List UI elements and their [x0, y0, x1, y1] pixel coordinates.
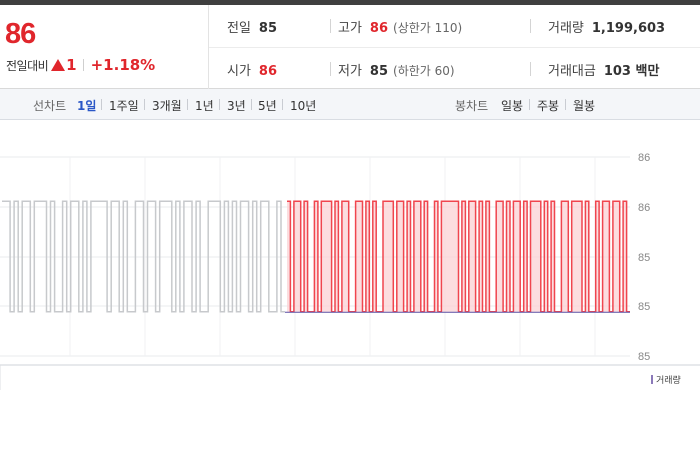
tab-10y[interactable]: 10년: [290, 97, 316, 114]
change-percent: +1.18%: [90, 56, 156, 74]
divider: [209, 47, 700, 48]
low-label: 저가: [338, 64, 362, 79]
line-chart-label: 선차트: [33, 99, 67, 113]
tab-5y[interactable]: 5년: [258, 97, 277, 114]
volume-value: 1,199,603: [591, 21, 666, 36]
prev-close-value: 85: [258, 21, 278, 36]
high-label: 고가: [338, 21, 362, 36]
price-box: 86 전일대비 1 +1.18%: [0, 5, 209, 89]
volume-legend-label: 거래량: [656, 376, 681, 386]
y-tick-label: 85: [638, 301, 650, 313]
divider: [529, 99, 530, 110]
upper-limit: (상한가 110): [393, 21, 463, 35]
quote-panel: 86 전일대비 1 +1.18% 전일 85 고가 86 (상한가 110) 거래량 1,1…: [0, 5, 700, 89]
divider: [330, 62, 331, 76]
prev-close-label: 전일: [227, 21, 251, 36]
price-chart-svg: 86 86 85 85 85: [0, 152, 700, 390]
open-label: 시가: [227, 64, 251, 79]
divider: [82, 59, 84, 71]
volume-legend-swatch: [651, 375, 653, 384]
open-price: 시가 86: [227, 60, 277, 79]
divider: [530, 19, 531, 33]
candle-chart-label: 봉차트: [455, 99, 489, 113]
divider: [187, 99, 188, 110]
lower-limit: (하한가 60): [393, 64, 455, 78]
tab-3y[interactable]: 3년: [227, 97, 246, 114]
tab-3m[interactable]: 3개월: [152, 97, 182, 114]
divider: [330, 19, 331, 33]
tab-1w[interactable]: 1주일: [109, 97, 139, 114]
up-triangle-icon: [51, 59, 66, 71]
divider: [282, 99, 283, 110]
tab-daily[interactable]: 일봉: [501, 97, 523, 114]
divider: [219, 99, 220, 110]
y-tick-label: 85: [638, 351, 650, 363]
tab-1d[interactable]: 1일: [77, 97, 96, 114]
high-value: 86: [369, 21, 389, 36]
divider: [251, 99, 252, 110]
tab-1y[interactable]: 1년: [195, 97, 214, 114]
volume-label: 거래량: [548, 21, 584, 36]
divider: [565, 99, 566, 110]
change-row: 전일대비 1 +1.18%: [6, 56, 155, 74]
open-value: 86: [258, 64, 278, 79]
high-price: 고가 86 (상한가 110): [338, 17, 462, 36]
current-price: 86: [5, 18, 36, 50]
y-tick-label: 86: [638, 202, 650, 214]
prev-close: 전일 85: [227, 17, 277, 36]
tab-monthly[interactable]: 월봉: [573, 97, 595, 114]
volume: 거래량 1,199,603: [548, 17, 665, 36]
tab-weekly[interactable]: 주봉: [537, 97, 559, 114]
price-chart: 86 86 85 85 85: [0, 120, 700, 390]
amount-value: 103 백만: [603, 64, 660, 79]
change-value: 1: [66, 56, 77, 74]
y-tick-label: 85: [638, 252, 650, 264]
volume-legend: 거래량: [651, 373, 681, 386]
y-tick-label: 86: [638, 152, 650, 164]
low-price: 저가 85 (하한가 60): [338, 60, 455, 79]
low-value: 85: [369, 64, 389, 79]
divider: [144, 99, 145, 110]
chart-period-tabs: 선차트 1일 1주일 3개월 1년 3년 5년 10년 봉차트 일봉 주봉 월봉: [0, 89, 700, 120]
amount-label: 거래대금: [548, 64, 596, 79]
trade-amount: 거래대금 103 백만: [548, 60, 659, 79]
divider: [101, 99, 102, 110]
change-label: 전일대비: [6, 59, 49, 73]
divider: [530, 62, 531, 76]
